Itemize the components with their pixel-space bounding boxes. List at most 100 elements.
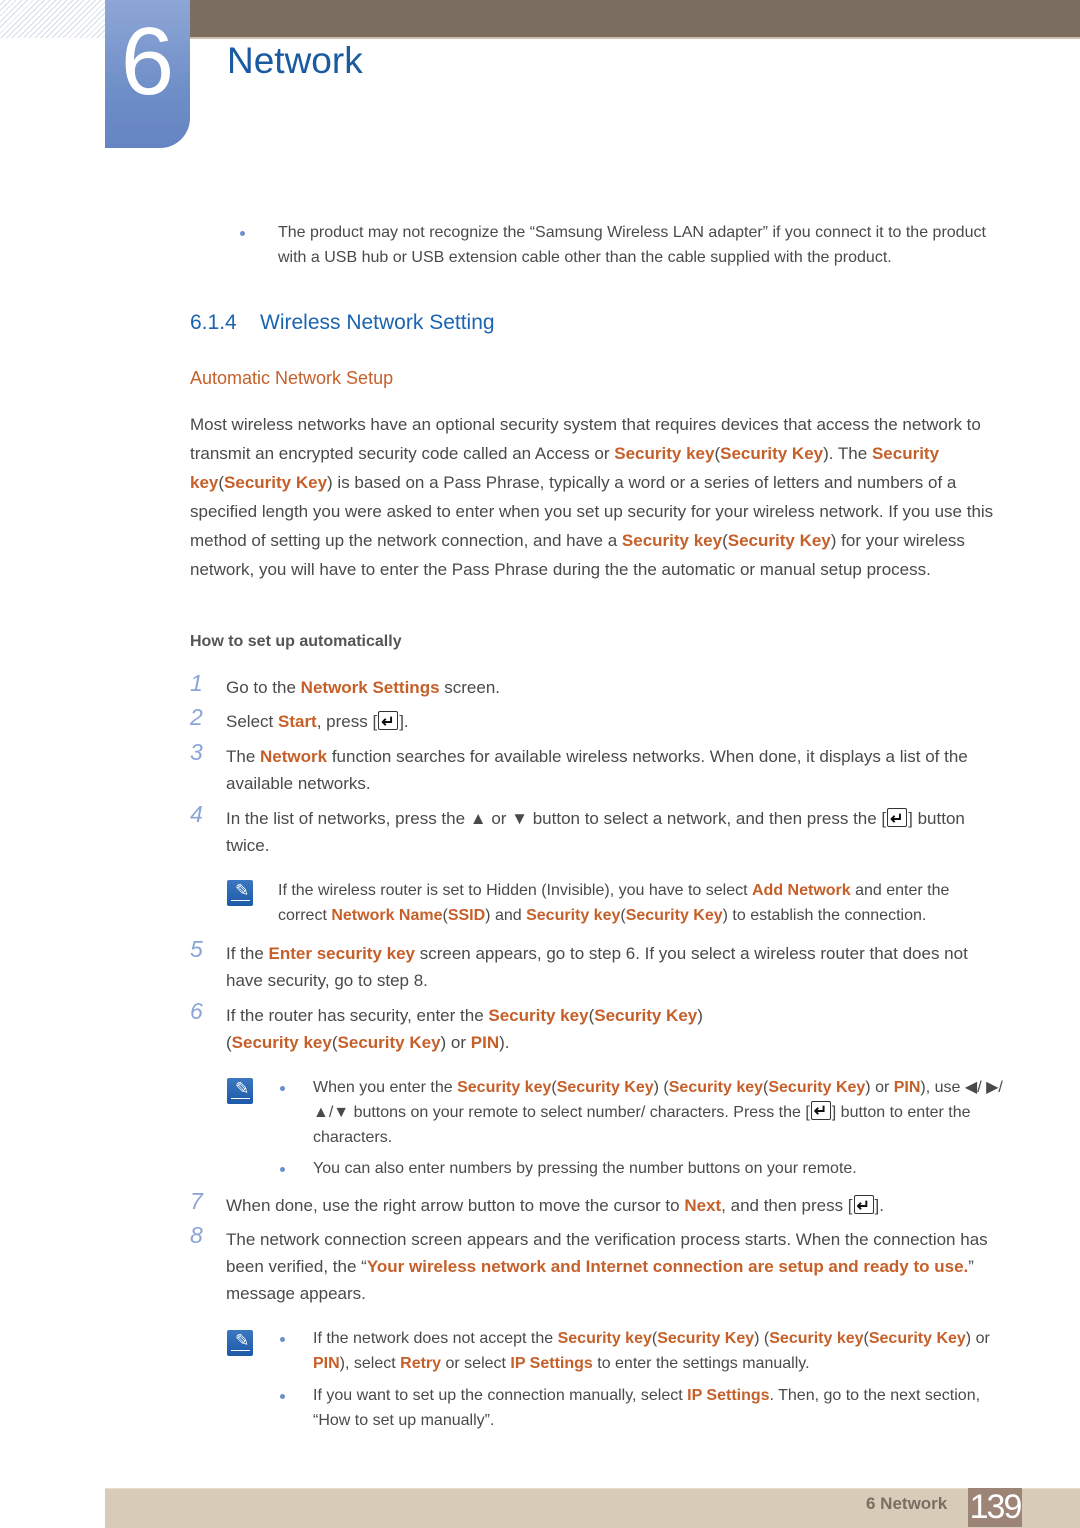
how-to-heading: How to set up automatically — [190, 633, 402, 650]
ui-term: Security key — [621, 531, 723, 550]
text: ) or — [440, 1033, 471, 1052]
footer-chapter-label: 6 Network — [866, 1494, 948, 1513]
step-8: 8 The network connection screen appears … — [190, 1222, 1005, 1307]
step-2: 2 Select Start, press []. — [190, 704, 1005, 736]
ui-term: PIN — [893, 1079, 921, 1096]
bullet-icon — [280, 1167, 285, 1172]
text: function searches for available wireless… — [226, 747, 968, 793]
step-4: 4 In the list of networks, press the ▲ o… — [190, 801, 1005, 859]
text: ). The — [823, 444, 872, 463]
text: ) or — [965, 1330, 990, 1347]
note-bullet: When you enter the Security key(Security… — [280, 1075, 1010, 1150]
note-icon — [227, 880, 253, 906]
text: to enter the settings manually. — [592, 1355, 810, 1372]
text: You can also enter numbers by pressing t… — [313, 1160, 857, 1177]
text: or select — [441, 1355, 511, 1372]
ui-term: IP Settings — [687, 1387, 770, 1404]
ui-term: Start — [277, 712, 317, 731]
text: If the — [226, 944, 269, 963]
ui-term: Security Key — [868, 1330, 966, 1347]
chapter-number: 6 — [120, 8, 175, 115]
ui-term: Network Name — [331, 907, 443, 924]
ui-term: Security key — [668, 1079, 764, 1096]
bullet-icon — [240, 231, 245, 236]
text: ]. — [874, 1196, 884, 1215]
decorative-hatch — [0, 0, 105, 38]
text: Go to the — [226, 678, 301, 697]
ui-term: Enter security key — [268, 944, 415, 963]
ui-term: PIN — [313, 1355, 340, 1372]
step-3: 3 The Network function searches for avai… — [190, 739, 1005, 797]
enter-button-icon — [810, 1099, 831, 1124]
step-number: 8 — [190, 1222, 203, 1248]
step-number: 4 — [190, 801, 203, 827]
step-number: 5 — [190, 936, 203, 962]
text: If the wireless router is set to Hidden … — [278, 882, 752, 899]
ui-term: Security key — [526, 907, 621, 924]
text: ) ( — [653, 1079, 669, 1096]
note-icon — [227, 1330, 253, 1356]
intro-bullet-text: The product may not recognize the “Samsu… — [278, 224, 986, 266]
text: screen. — [439, 678, 501, 697]
text: ) ( — [754, 1330, 770, 1347]
enter-button-icon — [853, 1193, 874, 1220]
text: , press [ — [316, 712, 378, 731]
step-number: 7 — [190, 1188, 203, 1214]
section-heading: 6.1.4 Wireless Network Setting — [190, 311, 495, 335]
ui-term: SSID — [447, 907, 486, 924]
text: In the list of networks, press the ▲ or … — [226, 809, 887, 828]
ui-term: Security key — [557, 1330, 652, 1347]
ui-term: Security Key — [625, 907, 723, 924]
text: ), select — [339, 1355, 401, 1372]
step-5: 5 If the Enter security key screen appea… — [190, 936, 1005, 994]
text: ) or — [865, 1079, 894, 1096]
text: Select — [226, 712, 278, 731]
ui-term: Retry — [400, 1355, 442, 1372]
ui-term: Security Key — [657, 1330, 755, 1347]
text: The — [226, 747, 261, 766]
bullet-icon — [280, 1337, 285, 1342]
ui-term: Security Key — [556, 1079, 654, 1096]
bullet-icon — [280, 1394, 285, 1399]
section-number: 6.1.4 — [190, 311, 237, 334]
step-7: 7 When done, use the right arrow button … — [190, 1188, 1005, 1220]
ui-term: Security key — [769, 1330, 864, 1347]
bullet-icon — [280, 1086, 285, 1091]
note-hidden-router: If the wireless router is set to Hidden … — [278, 878, 998, 928]
text: , and then press [ — [721, 1196, 853, 1215]
note-icon — [227, 1078, 253, 1104]
text: If the network does not accept the — [313, 1330, 558, 1347]
step-6: 6 If the router has security, enter the … — [190, 998, 1005, 1056]
header-bar — [190, 0, 1080, 39]
intro-paragraph: Most wireless networks have an optional … — [190, 410, 1000, 584]
text: ) — [697, 1006, 703, 1025]
step-number: 6 — [190, 998, 203, 1024]
enter-button-icon — [378, 709, 399, 736]
step-number: 2 — [190, 704, 203, 730]
chapter-title: Network — [227, 40, 363, 81]
section-title: Wireless Network Setting — [260, 311, 495, 334]
ui-term: Next — [684, 1196, 722, 1215]
ui-term: Security Key — [768, 1079, 866, 1096]
text: ). — [499, 1033, 510, 1052]
text: ) and — [485, 907, 527, 924]
ui-term: Add Network — [752, 882, 851, 899]
ui-term: Security key — [614, 444, 715, 463]
text: When you enter the — [313, 1079, 458, 1096]
text: ) to establish the connection. — [722, 907, 927, 924]
text: If the router has security, enter the — [226, 1006, 489, 1025]
enter-button-icon — [887, 806, 908, 833]
ui-term: Security Key — [727, 531, 831, 550]
ui-term: Security key — [457, 1079, 552, 1096]
step-1: 1 Go to the Network Settings screen. — [190, 670, 1005, 701]
ui-term: Security Key — [594, 1006, 698, 1025]
text: ]. — [399, 712, 409, 731]
note-bullet: If the network does not accept the Secur… — [280, 1326, 1010, 1376]
ui-term: Security key — [488, 1006, 589, 1025]
text: If you want to set up the connection man… — [313, 1387, 688, 1404]
ui-term: Security Key — [720, 444, 824, 463]
note-bullet: You can also enter numbers by pressing t… — [280, 1156, 1010, 1181]
ui-term: PIN — [470, 1033, 500, 1052]
ui-term: Your wireless network and Internet conne… — [366, 1257, 969, 1276]
ui-term: Network Settings — [300, 678, 440, 697]
